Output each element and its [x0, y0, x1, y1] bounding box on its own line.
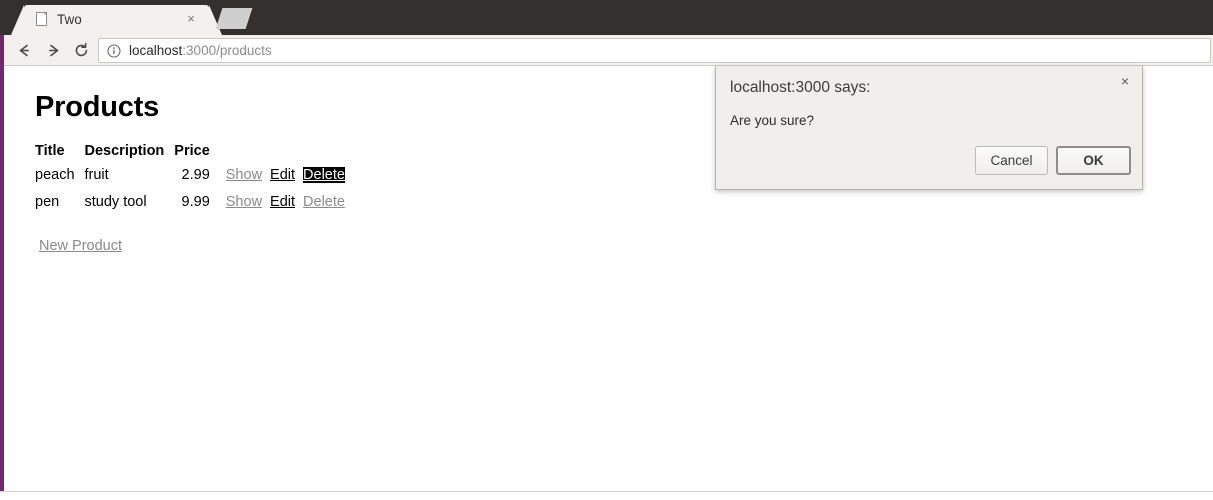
cell-delete-action: Delete — [295, 161, 345, 188]
edit-link[interactable]: Edit — [270, 194, 295, 210]
column-header-title: Title — [35, 142, 65, 159]
new-tab-button[interactable] — [215, 8, 253, 29]
browser-tab-two[interactable]: Two × — [11, 5, 222, 35]
cell-description: fruit — [84, 166, 109, 183]
info-circle-icon[interactable] — [107, 43, 121, 58]
page-title: Products — [35, 91, 160, 123]
edit-link[interactable]: Edit — [270, 167, 295, 183]
show-link[interactable]: Show — [226, 194, 262, 210]
back-arrow-icon[interactable] — [10, 35, 38, 65]
url-text: localhost:3000/products — [129, 43, 272, 59]
new-product-link[interactable]: New Product — [39, 238, 122, 254]
dialog-message: Are you sure? — [730, 113, 815, 128]
reload-icon[interactable] — [67, 35, 95, 65]
cell-title: peach — [35, 166, 75, 183]
tab-title: Two — [57, 12, 82, 27]
column-header-edit — [262, 140, 295, 161]
window-bottom-border — [0, 491, 1213, 492]
address-bar[interactable]: localhost:3000/products — [98, 38, 1211, 63]
javascript-confirm-dialog: × localhost:3000 says: Are you sure? Can… — [715, 66, 1143, 190]
tab-close-icon[interactable]: × — [183, 11, 199, 27]
cell-show-action: Show — [218, 161, 262, 188]
document-icon — [36, 12, 47, 26]
column-header-description: Description — [84, 142, 165, 159]
table-row: peach fruit 2.99 Show Edit Delete — [35, 161, 345, 188]
url-path: :3000/products — [182, 42, 272, 58]
url-host: localhost — [129, 42, 183, 58]
table-header-row: Title Description Price — [35, 140, 345, 161]
show-link[interactable]: Show — [226, 167, 262, 183]
column-header-show — [218, 140, 262, 161]
cell-price: 2.99 — [181, 166, 210, 183]
cell-show-action: Show — [218, 188, 262, 215]
delete-link[interactable]: Delete — [303, 194, 345, 210]
table-row: pen study tool 9.99 Show Edit Delete — [35, 188, 345, 215]
cell-delete-action: Delete — [295, 188, 345, 215]
cell-price: 9.99 — [181, 193, 210, 210]
browser-window: Two × localhost:3000/products Products T… — [0, 0, 1213, 500]
cell-title: pen — [35, 193, 60, 210]
column-header-delete — [295, 140, 345, 161]
forward-arrow-icon[interactable] — [39, 35, 67, 65]
dialog-title: localhost:3000 says: — [730, 79, 871, 96]
tab-strip: Two × — [0, 0, 1213, 35]
cell-edit-action: Edit — [262, 161, 295, 188]
browser-toolbar: localhost:3000/products — [4, 35, 1213, 66]
cancel-button[interactable]: Cancel — [975, 146, 1048, 175]
cell-description: study tool — [84, 193, 147, 210]
ok-button[interactable]: OK — [1056, 146, 1131, 175]
column-header-price: Price — [174, 142, 210, 159]
products-table: Title Description Price peach fruit 2.99… — [35, 140, 345, 215]
cell-edit-action: Edit — [262, 188, 295, 215]
delete-link[interactable]: Delete — [303, 166, 345, 183]
close-icon[interactable]: × — [1117, 73, 1133, 89]
